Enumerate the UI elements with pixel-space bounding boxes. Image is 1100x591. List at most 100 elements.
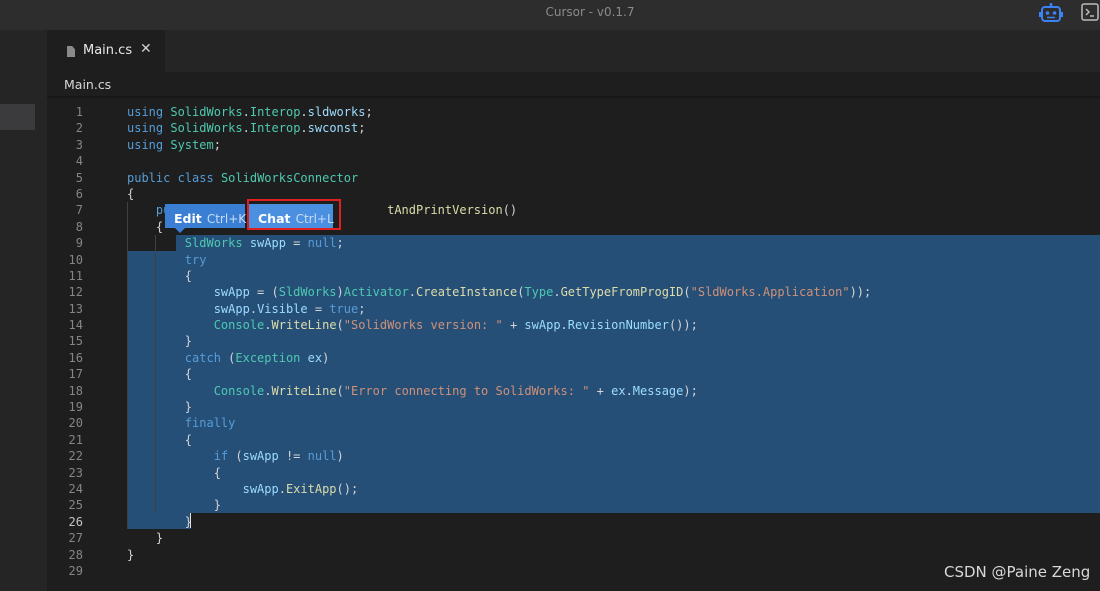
line-code: } [127,514,192,530]
code-token: null [307,236,337,251]
code-token: } [127,531,164,546]
code-line[interactable]: 9 SldWorks swApp = null; [47,235,1100,251]
code-line[interactable]: 28} [47,547,1100,563]
code-token: CreateInstance [416,285,518,300]
line-code: { [127,366,192,382]
robot-icon[interactable] [1038,3,1064,23]
code-line[interactable]: 14 Console.WriteLine("SolidWorks version… [47,317,1100,333]
code-token: SldWorks [184,236,243,251]
edit-label: Edit [174,211,202,226]
popup-pointer [175,228,185,233]
code-token: GetTypeFromProgID [560,285,684,300]
code-token: { [127,268,193,283]
window-title: Cursor - v0.1.7 [545,5,635,19]
line-number: 17 [68,367,83,382]
code-token: ); [683,383,698,398]
code-token: ( [228,449,243,464]
line-number: 19 [68,400,83,415]
code-token: Exception [235,350,301,365]
code-token: using [127,137,164,152]
code-line[interactable]: 19 } [47,399,1100,415]
code-token: public [127,170,171,185]
code-token: Interop [249,105,301,119]
code-token: Interop [249,121,301,136]
code-token: } [127,547,135,562]
line-code: SldWorks swApp = null; [127,235,344,251]
line-number: 7 [75,203,83,218]
edit-button[interactable]: Edit Ctrl+K [165,204,246,228]
code-token: class [177,170,214,185]
code-token: . [408,285,417,300]
highlight-box [247,199,341,230]
code-line[interactable]: 3 using System; [47,137,1100,153]
code-token: using [127,121,164,136]
code-token: System [170,137,214,152]
code-line[interactable]: 27 } [47,530,1100,546]
terminal-icon[interactable] [1081,2,1099,22]
code-token: ; [358,301,366,316]
code-token: if [213,449,229,464]
code-line[interactable]: 26 } [47,514,1100,530]
close-icon[interactable]: ✕ [140,41,152,57]
code-token: true [329,301,359,316]
code-line[interactable]: 12 swApp = (SldWorks)Activator.CreateIns… [47,284,1100,300]
code-line[interactable]: 16 catch (Exception ex) [47,350,1100,366]
code-token: Console [213,318,265,333]
code-line[interactable]: 1 using SolidWorks.Interop.sldworks; [47,104,1100,120]
sidebar-selected-item[interactable] [0,104,35,130]
code-line[interactable]: 25 } [47,497,1100,513]
code-line[interactable]: 13 swApp.Visible = true; [47,301,1100,317]
code-token: . [625,383,633,398]
code-token: } [127,514,193,529]
code-line[interactable]: 21 { [47,432,1100,448]
code-token: "SldWorks.Application" [690,285,850,300]
breadcrumb[interactable]: Main.cs [64,77,111,92]
code-line[interactable]: 22 if (swApp != null) [47,448,1100,464]
code-line[interactable]: 5 public class SolidWorksConnector [47,170,1100,186]
code-line[interactable]: 4 [47,153,1100,169]
line-code: { [127,268,192,284]
code-line[interactable]: 20 finally [47,415,1100,431]
code-token: sldworks [307,105,366,119]
code-line[interactable]: 15 } [47,333,1100,349]
code-line[interactable]: 11 { [47,268,1100,284]
code-token: RevisionNumber [567,318,669,333]
code-token: swApp [242,449,279,464]
line-code: } [127,333,192,349]
code-line[interactable]: 18 Console.WriteLine("Error connecting t… [47,383,1100,399]
code-line[interactable]: 2 using SolidWorks.Interop.swconst; [47,120,1100,136]
code-token: } [127,498,221,513]
code-line[interactable]: 6{ [47,186,1100,202]
code-token: swApp [524,318,561,333]
code-token: () [502,203,518,218]
code-token: catch [184,350,221,365]
line-number: 18 [68,383,83,398]
code-token: . [242,121,250,136]
code-editor[interactable]: 1 using SolidWorks.Interop.sldworks; 2 usin… [47,99,1100,591]
tab-main-cs[interactable]: Main.cs ✕ [47,30,165,72]
line-number: 3 [75,137,83,152]
code-line[interactable]: 24 swApp.ExitApp(); [47,481,1100,497]
code-line[interactable]: 29 [47,563,1100,579]
code-token: try [184,252,207,267]
line-code: } [127,547,134,563]
code-line[interactable]: 17 { [47,366,1100,382]
code-line[interactable]: 10 try [47,252,1100,268]
file-icon [67,46,75,57]
code-token: SolidWorksConnector [220,170,359,185]
code-token: ; [336,236,344,251]
code-line[interactable]: 23 { [47,465,1100,481]
code-token: ) [322,350,330,365]
code-token: ; [365,105,373,119]
line-number: 11 [68,268,83,283]
line-number: 2 [75,121,83,136]
tab-label: Main.cs [83,43,133,58]
tab-bar: Main.cs ✕ [47,30,1100,72]
code-token: Activator [343,285,409,300]
